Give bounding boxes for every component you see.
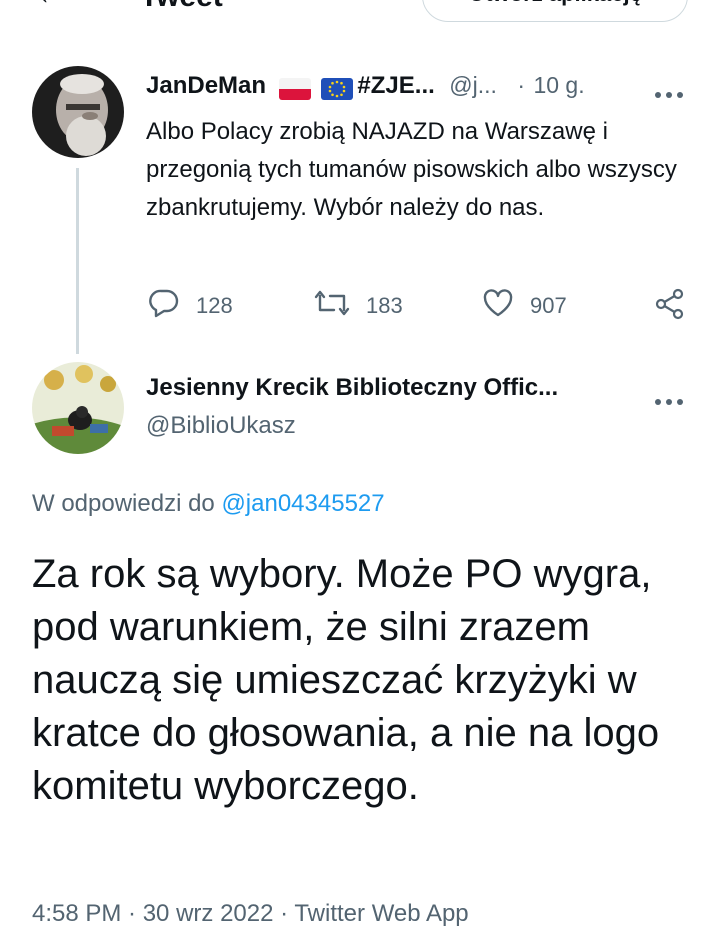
heart-icon	[482, 288, 530, 324]
reply-icon	[148, 288, 196, 324]
tweet-text: Albo Polacy zrobią NAJAZD na Warszawę i …	[146, 118, 677, 221]
handle[interactable]: @j...	[449, 72, 497, 98]
main-tweet-text: Za rok są wybory. Może PO wygra, pod war…	[32, 552, 660, 808]
retweet-count: 183	[366, 293, 403, 318]
handle[interactable]: @BiblioUkasz	[146, 412, 296, 440]
reply-context: W odpowiedzi do @jan04345527	[32, 490, 385, 518]
reply-prefix: W odpowiedzi do	[32, 490, 215, 517]
display-name[interactable]: JanDeMan	[146, 72, 266, 99]
like-count: 907	[530, 293, 567, 318]
tweet-header: JanDeMan #ZJE... @j... · 10 g.	[146, 72, 686, 104]
more-horizontal-icon[interactable]	[654, 76, 684, 107]
share-action[interactable]	[654, 288, 702, 326]
poland-flag-icon	[278, 77, 311, 100]
reply-handle-link[interactable]: @jan04345527	[221, 490, 384, 517]
reply-count: 128	[196, 293, 233, 318]
avatar[interactable]	[32, 362, 124, 454]
display-name[interactable]: Jesienny Krecik Biblioteczny Offic...	[146, 374, 646, 402]
avatar[interactable]	[32, 66, 124, 158]
retweet-action[interactable]: 183	[314, 288, 403, 324]
like-action[interactable]: 907	[482, 288, 567, 324]
separator: ·	[517, 72, 525, 98]
reply-action[interactable]: 128	[148, 288, 233, 324]
back-arrow-icon[interactable]: ←	[34, 0, 68, 10]
display-name-suffix: #ZJE...	[357, 72, 435, 99]
tweet-time[interactable]: 10 g.	[533, 72, 584, 98]
more-horizontal-icon[interactable]	[654, 383, 684, 414]
eu-flag-icon	[320, 77, 353, 100]
page-title: Tweet	[140, 0, 223, 12]
open-app-button[interactable]: Otwórz aplikację	[422, 0, 688, 22]
retweet-icon	[314, 288, 366, 324]
thread-line	[76, 168, 79, 354]
share-icon	[654, 288, 702, 326]
